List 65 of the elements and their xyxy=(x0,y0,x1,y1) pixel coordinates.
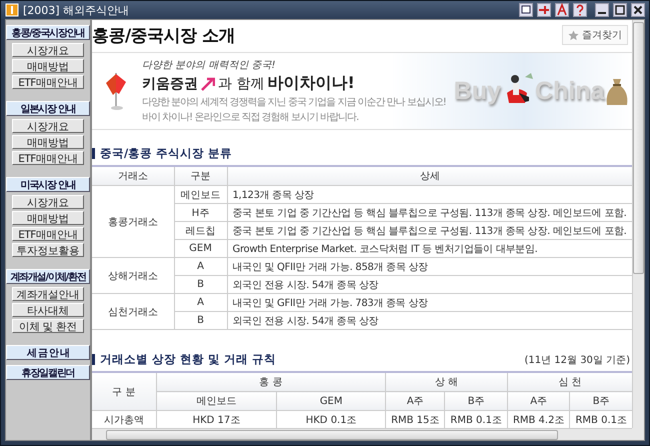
column-header: B주 xyxy=(444,392,508,410)
exchange-cell: 홍콩거래소 xyxy=(92,186,174,258)
type-cell: A xyxy=(174,294,227,312)
detail-cell: 중국 본토 기업 중 기간산업 등 핵심 블루칩으로 구성됨. 113개 종목 상장. 메인보드에 포함. xyxy=(227,204,632,222)
column-header: A주 xyxy=(386,392,445,410)
detail-cell: 외국인 전용 시장. 54개 종목 상장 xyxy=(227,276,632,294)
column-group-header: 홍 콩 xyxy=(156,372,386,392)
sidebar-section-button[interactable]: 휴장일캘린더 xyxy=(6,365,90,380)
sidebar-item-button[interactable]: 시장개요 xyxy=(12,195,84,209)
logo-text: China xyxy=(535,76,604,106)
type-cell: GEM xyxy=(174,240,227,258)
column-group-header: 상 해 xyxy=(386,372,508,392)
type-cell: 레드칩 xyxy=(174,222,227,240)
type-cell: A xyxy=(174,258,227,276)
column-header: 구분 xyxy=(174,166,227,186)
type-cell: B xyxy=(174,276,227,294)
window-title: [2003] 해외주식안내 xyxy=(23,2,130,18)
sidebar-item-button[interactable]: 시장개요 xyxy=(12,43,84,57)
banner-headline: 과 함께 xyxy=(218,74,264,92)
column-header: GEM xyxy=(276,392,386,410)
type-cell: B xyxy=(174,312,227,330)
column-group-header: 심 천 xyxy=(507,372,632,392)
column-header: B주 xyxy=(570,392,632,410)
sidebar-section-button[interactable]: 계좌개설/이체/환전 xyxy=(6,269,90,284)
type-cell: 메인보드 xyxy=(174,186,227,204)
banner-description: 바이 차이나! 온라인으로 직접 경험해 보시기 바랍니다. xyxy=(142,111,360,124)
sidebar-item-button[interactable]: 매매방법 xyxy=(12,135,84,149)
detail-cell: 내국인 및 GFII만 거래 가능. 783개 종목 상장 xyxy=(227,294,632,312)
sidebar-section-button[interactable]: 홍콩/중국시장안내 xyxy=(6,25,90,40)
type-cell: H주 xyxy=(174,204,227,222)
page-title: 홍콩/중국시장 소개 xyxy=(92,24,236,46)
section-heading: 거래소별 상장 현황 및 거래 규칙 xyxy=(100,352,276,367)
date-note: (11년 12월 30일 기준) xyxy=(524,354,630,366)
exchange-cell: 상해거래소 xyxy=(92,258,174,294)
detail-cell: 중국 본토 기업 중 기간산업 등 핵심 블루칩으로 구성됨. 113개 종목 상장. 메인보드에 포함. xyxy=(227,222,632,240)
sidebar-section-button[interactable]: 일본시장 안내 xyxy=(6,101,90,116)
banner-headline: 바이차이나! xyxy=(267,73,355,94)
column-header: 상세 xyxy=(227,166,632,186)
sidebar-section-button[interactable]: 미국시장 안내 xyxy=(6,177,90,192)
exchange-cell: 심천거래소 xyxy=(92,294,174,330)
logo-text: Buy xyxy=(454,76,502,106)
sidebar-item-button[interactable]: 시장개요 xyxy=(12,119,84,133)
sidebar-section-button[interactable]: 세 금 안 내 xyxy=(6,345,90,360)
column-header: A주 xyxy=(507,392,570,410)
detail-cell: 내국인 및 QFII만 거래 가능. 858개 종목 상장 xyxy=(227,258,632,276)
sidebar-item-button[interactable]: ETF매매안내 xyxy=(12,75,84,89)
row-header-column: 구 분 xyxy=(92,372,156,410)
column-header: 거래소 xyxy=(92,166,174,186)
detail-cell: 1,123개 종목 상장 xyxy=(227,186,632,204)
sidebar-item-button[interactable]: 타사대체 xyxy=(12,303,84,317)
sidebar-item-button[interactable]: ETF매매안내 xyxy=(12,227,84,241)
detail-cell: 외국인 전용 시장. 54개 종목 상장 xyxy=(227,312,632,330)
brand-name: 키움증권 xyxy=(142,74,198,92)
sidebar-item-button[interactable]: 매매방법 xyxy=(12,59,84,73)
banner-description: 다양한 분야의 세계적 경쟁력을 지닌 중국 기업을 지금 이순간 만나 보십시오! xyxy=(142,96,446,109)
section-heading: 중국/홍콩 주식시장 분류 xyxy=(100,146,232,161)
banner-tagline: 다양한 분야의 매력적인 중국! xyxy=(142,59,277,72)
sidebar-item-button[interactable]: 계좌개설안내 xyxy=(12,287,84,301)
sidebar-item-button[interactable]: 이체 및 환전 xyxy=(12,319,84,333)
sidebar-item-button[interactable]: 매매방법 xyxy=(12,211,84,225)
favorite-button[interactable]: 즐겨찾기 xyxy=(562,25,628,45)
detail-cell: Growth Enterprise Market. 코스닥처럼 IT 등 벤처기업들이 대부분임. xyxy=(227,240,632,258)
sidebar-item-button[interactable]: ETF매매안내 xyxy=(12,151,84,165)
column-header: 메인보드 xyxy=(156,392,277,410)
sidebar-item-button[interactable]: 투자정보활용 xyxy=(12,243,84,257)
